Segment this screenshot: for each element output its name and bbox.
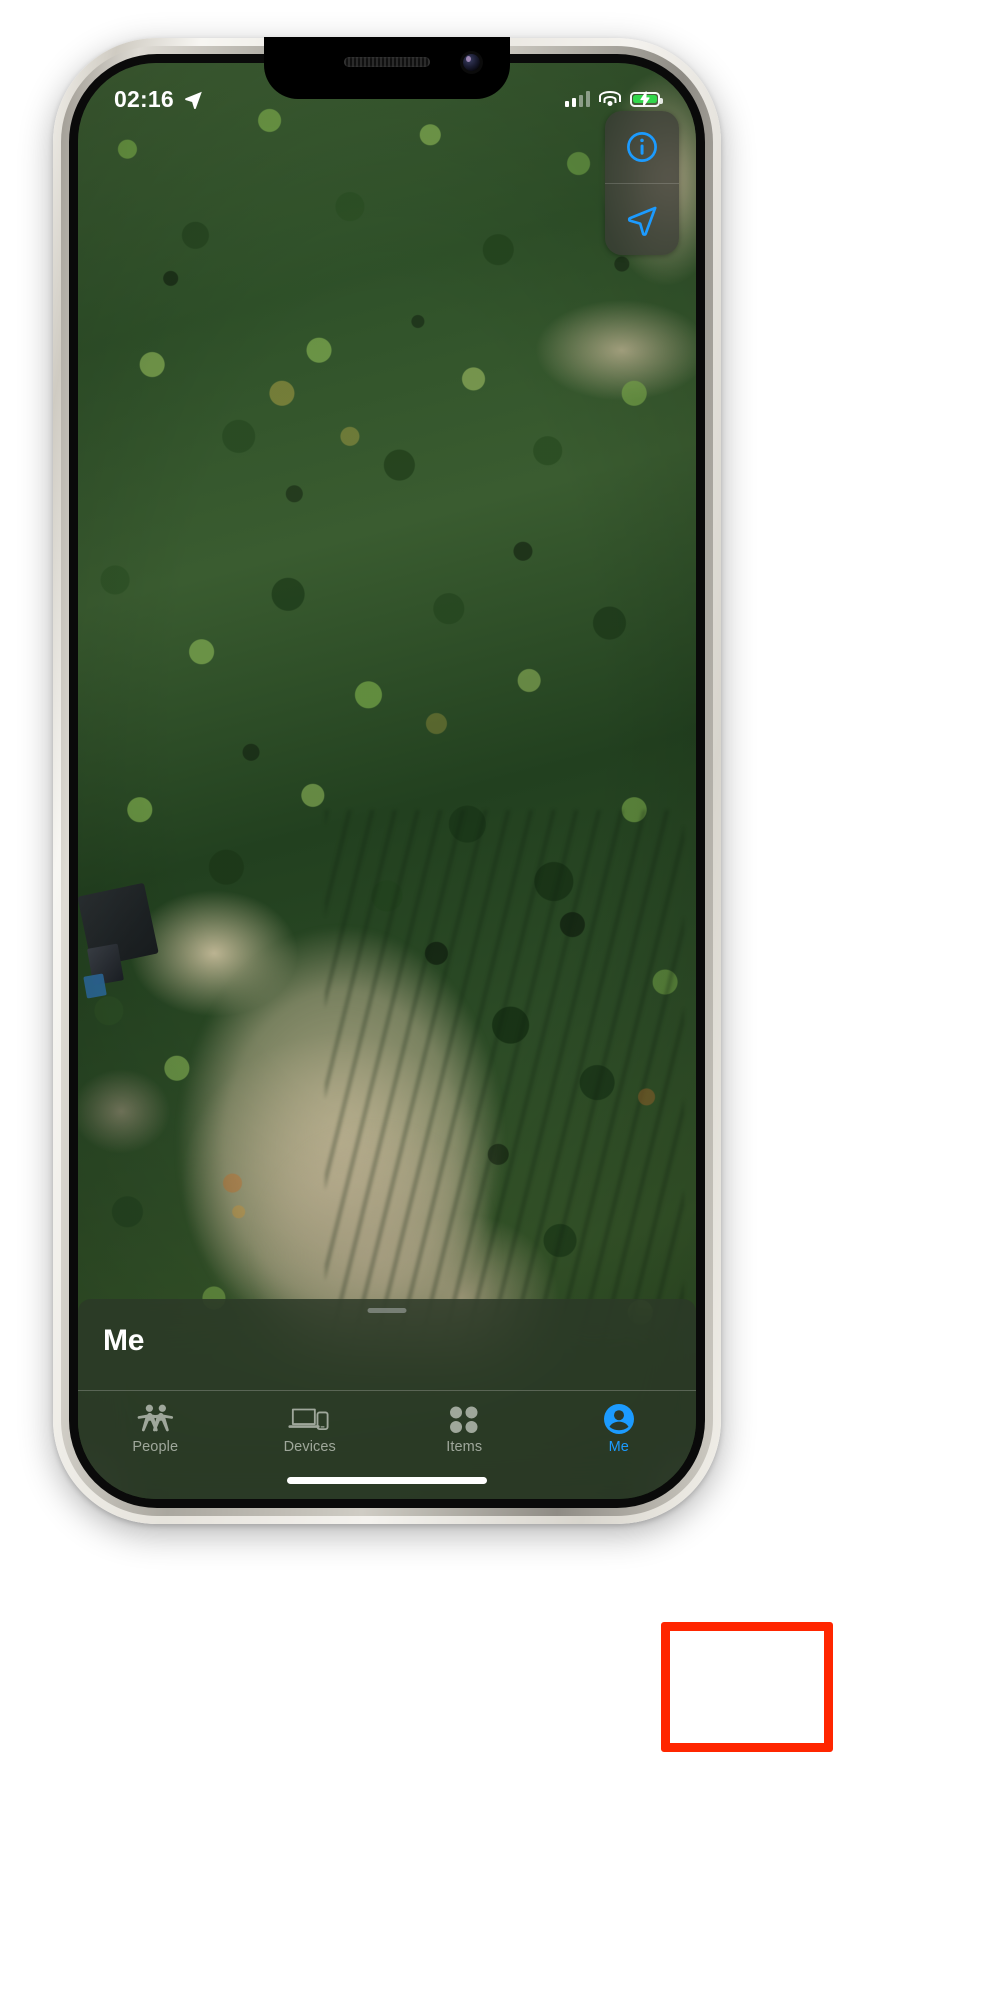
tab-devices[interactable]: Devices — [233, 1404, 388, 1455]
devices-icon — [288, 1404, 332, 1434]
screenshot-stage: 02:16 Me People Devices Items Me — [0, 0, 1000, 2000]
map-satellite-view[interactable] — [78, 63, 696, 1499]
home-indicator[interactable] — [287, 1477, 487, 1484]
location-arrow-filled-icon — [184, 91, 202, 109]
tab-label: Devices — [283, 1439, 336, 1455]
info-circle-icon — [627, 132, 657, 162]
page-title: Me — [103, 1324, 145, 1357]
status-bar: 02:16 — [78, 63, 696, 125]
tab-me[interactable]: Me — [542, 1404, 697, 1455]
cellular-signal-icon — [564, 91, 590, 107]
status-bar-left: 02:16 — [114, 86, 204, 113]
map-vignette — [78, 63, 696, 1499]
sheet-grabber[interactable] — [367, 1308, 407, 1313]
status-bar-right — [564, 91, 663, 107]
tab-label: People — [132, 1439, 179, 1455]
phone-device-frame: 02:16 Me People Devices Items Me — [53, 37, 721, 1524]
bottom-sheet[interactable]: Me People Devices Items Me — [78, 1299, 696, 1499]
map-controls-stack — [605, 111, 679, 255]
tab-items[interactable]: Items — [387, 1404, 542, 1455]
battery-charging-icon — [630, 91, 663, 107]
location-arrow-outline-icon — [627, 206, 657, 236]
tab-people[interactable]: People — [78, 1404, 233, 1455]
person-circle-icon — [603, 1404, 635, 1434]
items-grid-icon — [448, 1404, 480, 1434]
charging-bolt-icon — [640, 91, 650, 107]
phone-screen: 02:16 Me People Devices Items Me — [78, 63, 696, 1499]
tab-label: Me — [608, 1439, 629, 1455]
status-bar-time: 02:16 — [114, 85, 174, 112]
wifi-icon — [599, 91, 621, 107]
locate-button[interactable] — [605, 183, 679, 255]
people-icon — [136, 1404, 174, 1434]
annotation-highlight-box — [661, 1622, 833, 1752]
tab-label: Items — [446, 1439, 483, 1455]
